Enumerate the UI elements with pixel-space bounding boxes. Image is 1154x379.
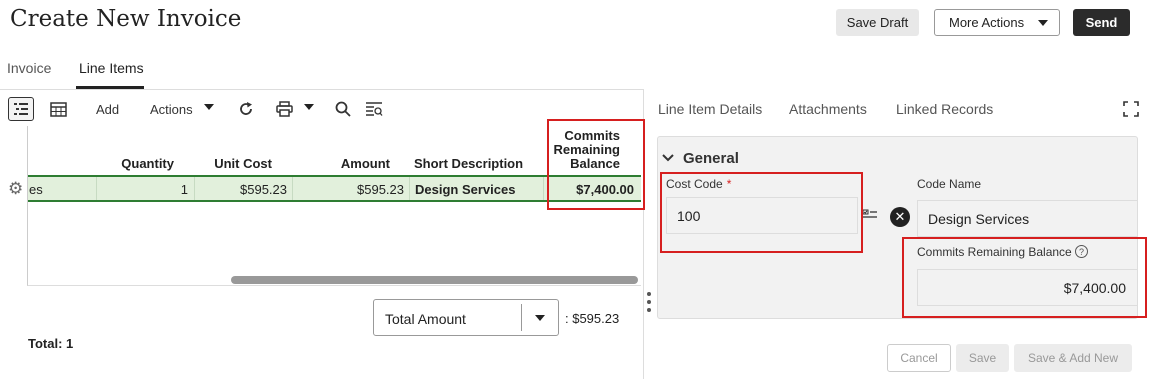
actions-chevron-down-icon[interactable] xyxy=(204,104,214,110)
more-actions-button[interactable]: More Actions xyxy=(934,9,1060,36)
chevron-down-icon[interactable] xyxy=(662,150,674,166)
panel-resize-handle[interactable] xyxy=(646,292,652,312)
actions-menu-button[interactable]: Actions xyxy=(150,102,193,117)
cell-separator xyxy=(292,177,293,200)
highlight-box-commits-remaining-balance xyxy=(902,237,1147,318)
add-button[interactable]: Add xyxy=(96,102,119,117)
list-view-icon[interactable] xyxy=(8,97,34,121)
horizontal-scrollbar[interactable] xyxy=(231,276,638,284)
highlight-box-cost-code xyxy=(660,172,863,253)
divider xyxy=(0,89,644,90)
cell-separator xyxy=(96,177,97,200)
save-draft-button[interactable]: Save Draft xyxy=(836,9,919,36)
row-settings-gear-icon[interactable]: ⚙ xyxy=(8,179,23,199)
code-name-field[interactable]: Design Services xyxy=(917,200,1138,237)
tab-attachments[interactable]: Attachments xyxy=(789,101,867,117)
page-title: Create New Invoice xyxy=(10,6,242,32)
total-count: Total: 1 xyxy=(28,336,74,351)
total-type-select[interactable]: Total Amount xyxy=(373,299,559,336)
save-and-add-new-button[interactable]: Save & Add New xyxy=(1014,344,1132,372)
chevron-down-icon xyxy=(1038,20,1048,26)
column-header-amount[interactable]: Amount xyxy=(320,156,390,171)
code-name-label: Code Name xyxy=(917,177,982,191)
total-amount-value: : $595.23 xyxy=(565,311,620,326)
more-actions-label: More Actions xyxy=(949,15,1025,30)
column-header-unit-cost[interactable]: Unit Cost xyxy=(200,156,272,171)
cell-separator xyxy=(543,177,544,200)
cell-quantity: 1 xyxy=(180,182,188,197)
tab-invoice[interactable]: Invoice xyxy=(7,60,51,76)
send-button[interactable]: Send xyxy=(1073,9,1130,36)
save-button[interactable]: Save xyxy=(956,344,1009,372)
cell-short-description: Design Services xyxy=(415,182,516,197)
chevron-down-icon[interactable] xyxy=(535,315,545,321)
search-icon[interactable] xyxy=(330,97,356,121)
select-separator xyxy=(521,304,522,331)
print-chevron-down-icon[interactable] xyxy=(304,104,314,110)
refresh-icon[interactable] xyxy=(233,97,259,121)
cell-partial: es xyxy=(29,182,43,197)
lookup-list-icon[interactable] xyxy=(862,209,878,224)
filter-icon[interactable] xyxy=(361,97,387,121)
cell-unit-cost: $595.23 xyxy=(240,182,287,197)
tab-line-item-details[interactable]: Line Item Details xyxy=(658,101,762,117)
section-title-general[interactable]: General xyxy=(683,150,739,167)
total-type-select-value: Total Amount xyxy=(385,311,466,327)
cancel-button[interactable]: Cancel xyxy=(887,344,951,372)
tab-line-items[interactable]: Line Items xyxy=(79,60,144,76)
cell-separator xyxy=(409,177,410,200)
cell-amount: $595.23 xyxy=(357,182,404,197)
column-header-quantity[interactable]: Quantity xyxy=(110,156,174,171)
tab-linked-records[interactable]: Linked Records xyxy=(896,101,993,117)
column-header-short-description[interactable]: Short Description xyxy=(414,156,534,171)
table-view-icon[interactable] xyxy=(45,97,71,121)
highlight-box-commits-column xyxy=(547,119,645,210)
cell-separator xyxy=(194,177,195,200)
expand-icon[interactable] xyxy=(1123,101,1139,117)
print-icon[interactable] xyxy=(271,97,297,121)
clear-icon[interactable]: ✕ xyxy=(890,207,910,227)
